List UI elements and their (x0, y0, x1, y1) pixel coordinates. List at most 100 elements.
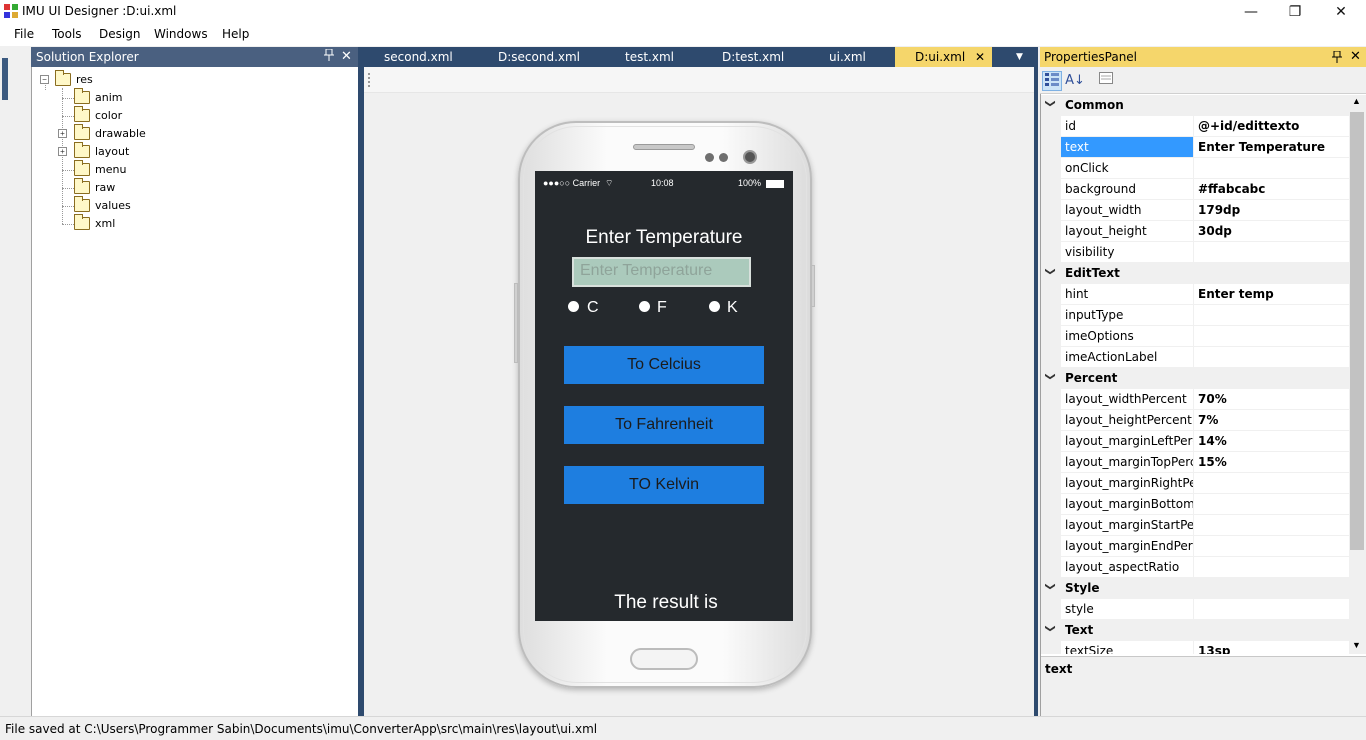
chevron-down-icon[interactable]: ❯ (1045, 267, 1056, 275)
property-scroll-thumb[interactable] (1350, 112, 1364, 550)
property-name[interactable]: layout_marginEndPercent (1061, 536, 1194, 557)
scroll-up-icon[interactable]: ▲ (1352, 96, 1361, 106)
property-value[interactable] (1194, 305, 1349, 326)
tree-item-menu[interactable]: menu (95, 163, 126, 179)
property-name[interactable]: layout_widthPercent (1061, 389, 1194, 410)
expand-icon[interactable]: + (58, 129, 67, 138)
tab-test-xml[interactable]: test.xml (625, 47, 674, 67)
property-category[interactable]: ❯ Percent (1041, 368, 1349, 389)
property-name[interactable]: inputType (1061, 305, 1194, 326)
property-row[interactable]: text Enter Temperature (1041, 137, 1349, 158)
toolbox-tab[interactable] (2, 58, 8, 100)
tree-item-values[interactable]: values (95, 199, 131, 215)
property-row[interactable]: layout_marginStartPercent (1041, 515, 1349, 536)
property-name[interactable]: layout_aspectRatio (1061, 557, 1194, 578)
property-value[interactable] (1194, 536, 1349, 557)
property-name[interactable]: layout_marginLeftPercent (1061, 431, 1194, 452)
property-value[interactable] (1194, 557, 1349, 578)
property-value[interactable] (1194, 515, 1349, 536)
radio-kelvin[interactable] (709, 301, 720, 312)
tree-item-drawable[interactable]: drawable (95, 127, 146, 143)
chevron-down-icon[interactable]: ❯ (1045, 624, 1056, 632)
close-panel-icon[interactable]: ✕ (1350, 49, 1361, 64)
property-value[interactable] (1194, 494, 1349, 515)
property-value[interactable] (1194, 326, 1349, 347)
radio-fahrenheit[interactable] (639, 301, 650, 312)
property-name[interactable]: layout_height (1061, 221, 1194, 242)
menu-file[interactable]: File (14, 27, 34, 41)
close-tab-icon[interactable]: ✕ (975, 47, 985, 67)
menu-tools[interactable]: Tools (52, 27, 82, 41)
close-panel-icon[interactable]: ✕ (341, 49, 352, 64)
property-category[interactable]: ❯ Text (1041, 620, 1349, 641)
tab-dropdown-icon[interactable]: ▼ (1016, 47, 1023, 67)
property-row[interactable]: layout_marginRightPercent (1041, 473, 1349, 494)
property-row[interactable]: layout_marginTopPercent15% (1041, 452, 1349, 473)
property-value[interactable] (1194, 473, 1349, 494)
tree-item-layout[interactable]: layout (95, 145, 129, 161)
property-name[interactable]: layout_width (1061, 200, 1194, 221)
to-celsius-button[interactable]: To Celcius (564, 346, 764, 384)
property-value[interactable] (1194, 347, 1349, 368)
close-window-button[interactable]: ✕ (1318, 0, 1364, 24)
property-row[interactable]: layout_width 179dp (1041, 200, 1349, 221)
property-row[interactable]: inputType (1041, 305, 1349, 326)
property-value[interactable]: @+id/edittexto (1194, 116, 1349, 137)
property-name[interactable]: visibility (1061, 242, 1194, 263)
scroll-down-icon[interactable]: ▼ (1352, 640, 1361, 650)
tree-item-color[interactable]: color (95, 109, 122, 125)
chevron-down-icon[interactable]: ❯ (1045, 99, 1056, 107)
property-name[interactable]: id (1061, 116, 1194, 137)
radio-celsius[interactable] (568, 301, 579, 312)
property-row[interactable]: textSize 13sp (1041, 641, 1349, 654)
property-value[interactable]: Enter temp (1194, 284, 1349, 305)
property-row[interactable]: layout_marginEndPercent (1041, 536, 1349, 557)
property-value[interactable]: 30dp (1194, 221, 1349, 242)
menu-windows[interactable]: Windows (154, 27, 208, 41)
property-name[interactable]: text (1061, 137, 1194, 158)
property-name[interactable]: layout_marginStartPercent (1061, 515, 1194, 536)
chevron-down-icon[interactable]: ❯ (1045, 582, 1056, 590)
tree-item-xml[interactable]: xml (95, 217, 115, 233)
property-value[interactable]: 15% (1194, 452, 1349, 473)
tab-d-test-xml[interactable]: D:test.xml (722, 47, 784, 67)
property-row[interactable]: id @+id/edittexto (1041, 116, 1349, 137)
categorized-icon[interactable] (1042, 71, 1062, 91)
property-name[interactable]: background (1061, 179, 1194, 200)
tab-second-xml[interactable]: second.xml (384, 47, 453, 67)
tab-ui-xml[interactable]: ui.xml (829, 47, 866, 67)
property-name[interactable]: hint (1061, 284, 1194, 305)
property-name[interactable]: imeOptions (1061, 326, 1194, 347)
minimize-button[interactable]: — (1228, 0, 1274, 24)
tree-item-res[interactable]: res (76, 73, 93, 89)
property-category[interactable]: ❯ Common (1041, 95, 1349, 116)
tree-item-raw[interactable]: raw (95, 181, 115, 197)
property-row[interactable]: imeActionLabel (1041, 347, 1349, 368)
maximize-button[interactable]: ❐ (1272, 0, 1318, 24)
property-value[interactable] (1194, 158, 1349, 179)
property-name[interactable]: layout_marginRightPercent (1061, 473, 1194, 494)
property-row[interactable]: layout_height 30dp (1041, 221, 1349, 242)
property-row[interactable]: style (1041, 599, 1349, 620)
property-row[interactable]: layout_marginLeftPercent14% (1041, 431, 1349, 452)
collapse-icon[interactable]: − (40, 75, 49, 84)
property-category[interactable]: ❯ EditText (1041, 263, 1349, 284)
pin-icon[interactable] (1332, 50, 1342, 66)
property-row[interactable]: background #ffabcabc (1041, 179, 1349, 200)
tab-d-ui-xml[interactable]: D:ui.xml ✕ (895, 47, 992, 67)
property-row[interactable]: layout_heightPercent 7% (1041, 410, 1349, 431)
property-value[interactable] (1194, 599, 1349, 620)
property-row[interactable]: layout_widthPercent 70% (1041, 389, 1349, 410)
property-value[interactable]: 179dp (1194, 200, 1349, 221)
menu-help[interactable]: Help (222, 27, 249, 41)
temperature-edittext[interactable]: Enter Temperature (572, 257, 751, 287)
to-kelvin-button[interactable]: TO Kelvin (564, 466, 764, 504)
property-row[interactable]: onClick (1041, 158, 1349, 179)
property-name[interactable]: style (1061, 599, 1194, 620)
property-name[interactable]: layout_marginTopPercent (1061, 452, 1194, 473)
to-fahrenheit-button[interactable]: To Fahrenheit (564, 406, 764, 444)
property-value[interactable]: #ffabcabc (1194, 179, 1349, 200)
property-row[interactable]: layout_marginBottomPercent (1041, 494, 1349, 515)
property-value[interactable]: 13sp (1194, 641, 1349, 654)
property-row[interactable]: layout_aspectRatio (1041, 557, 1349, 578)
